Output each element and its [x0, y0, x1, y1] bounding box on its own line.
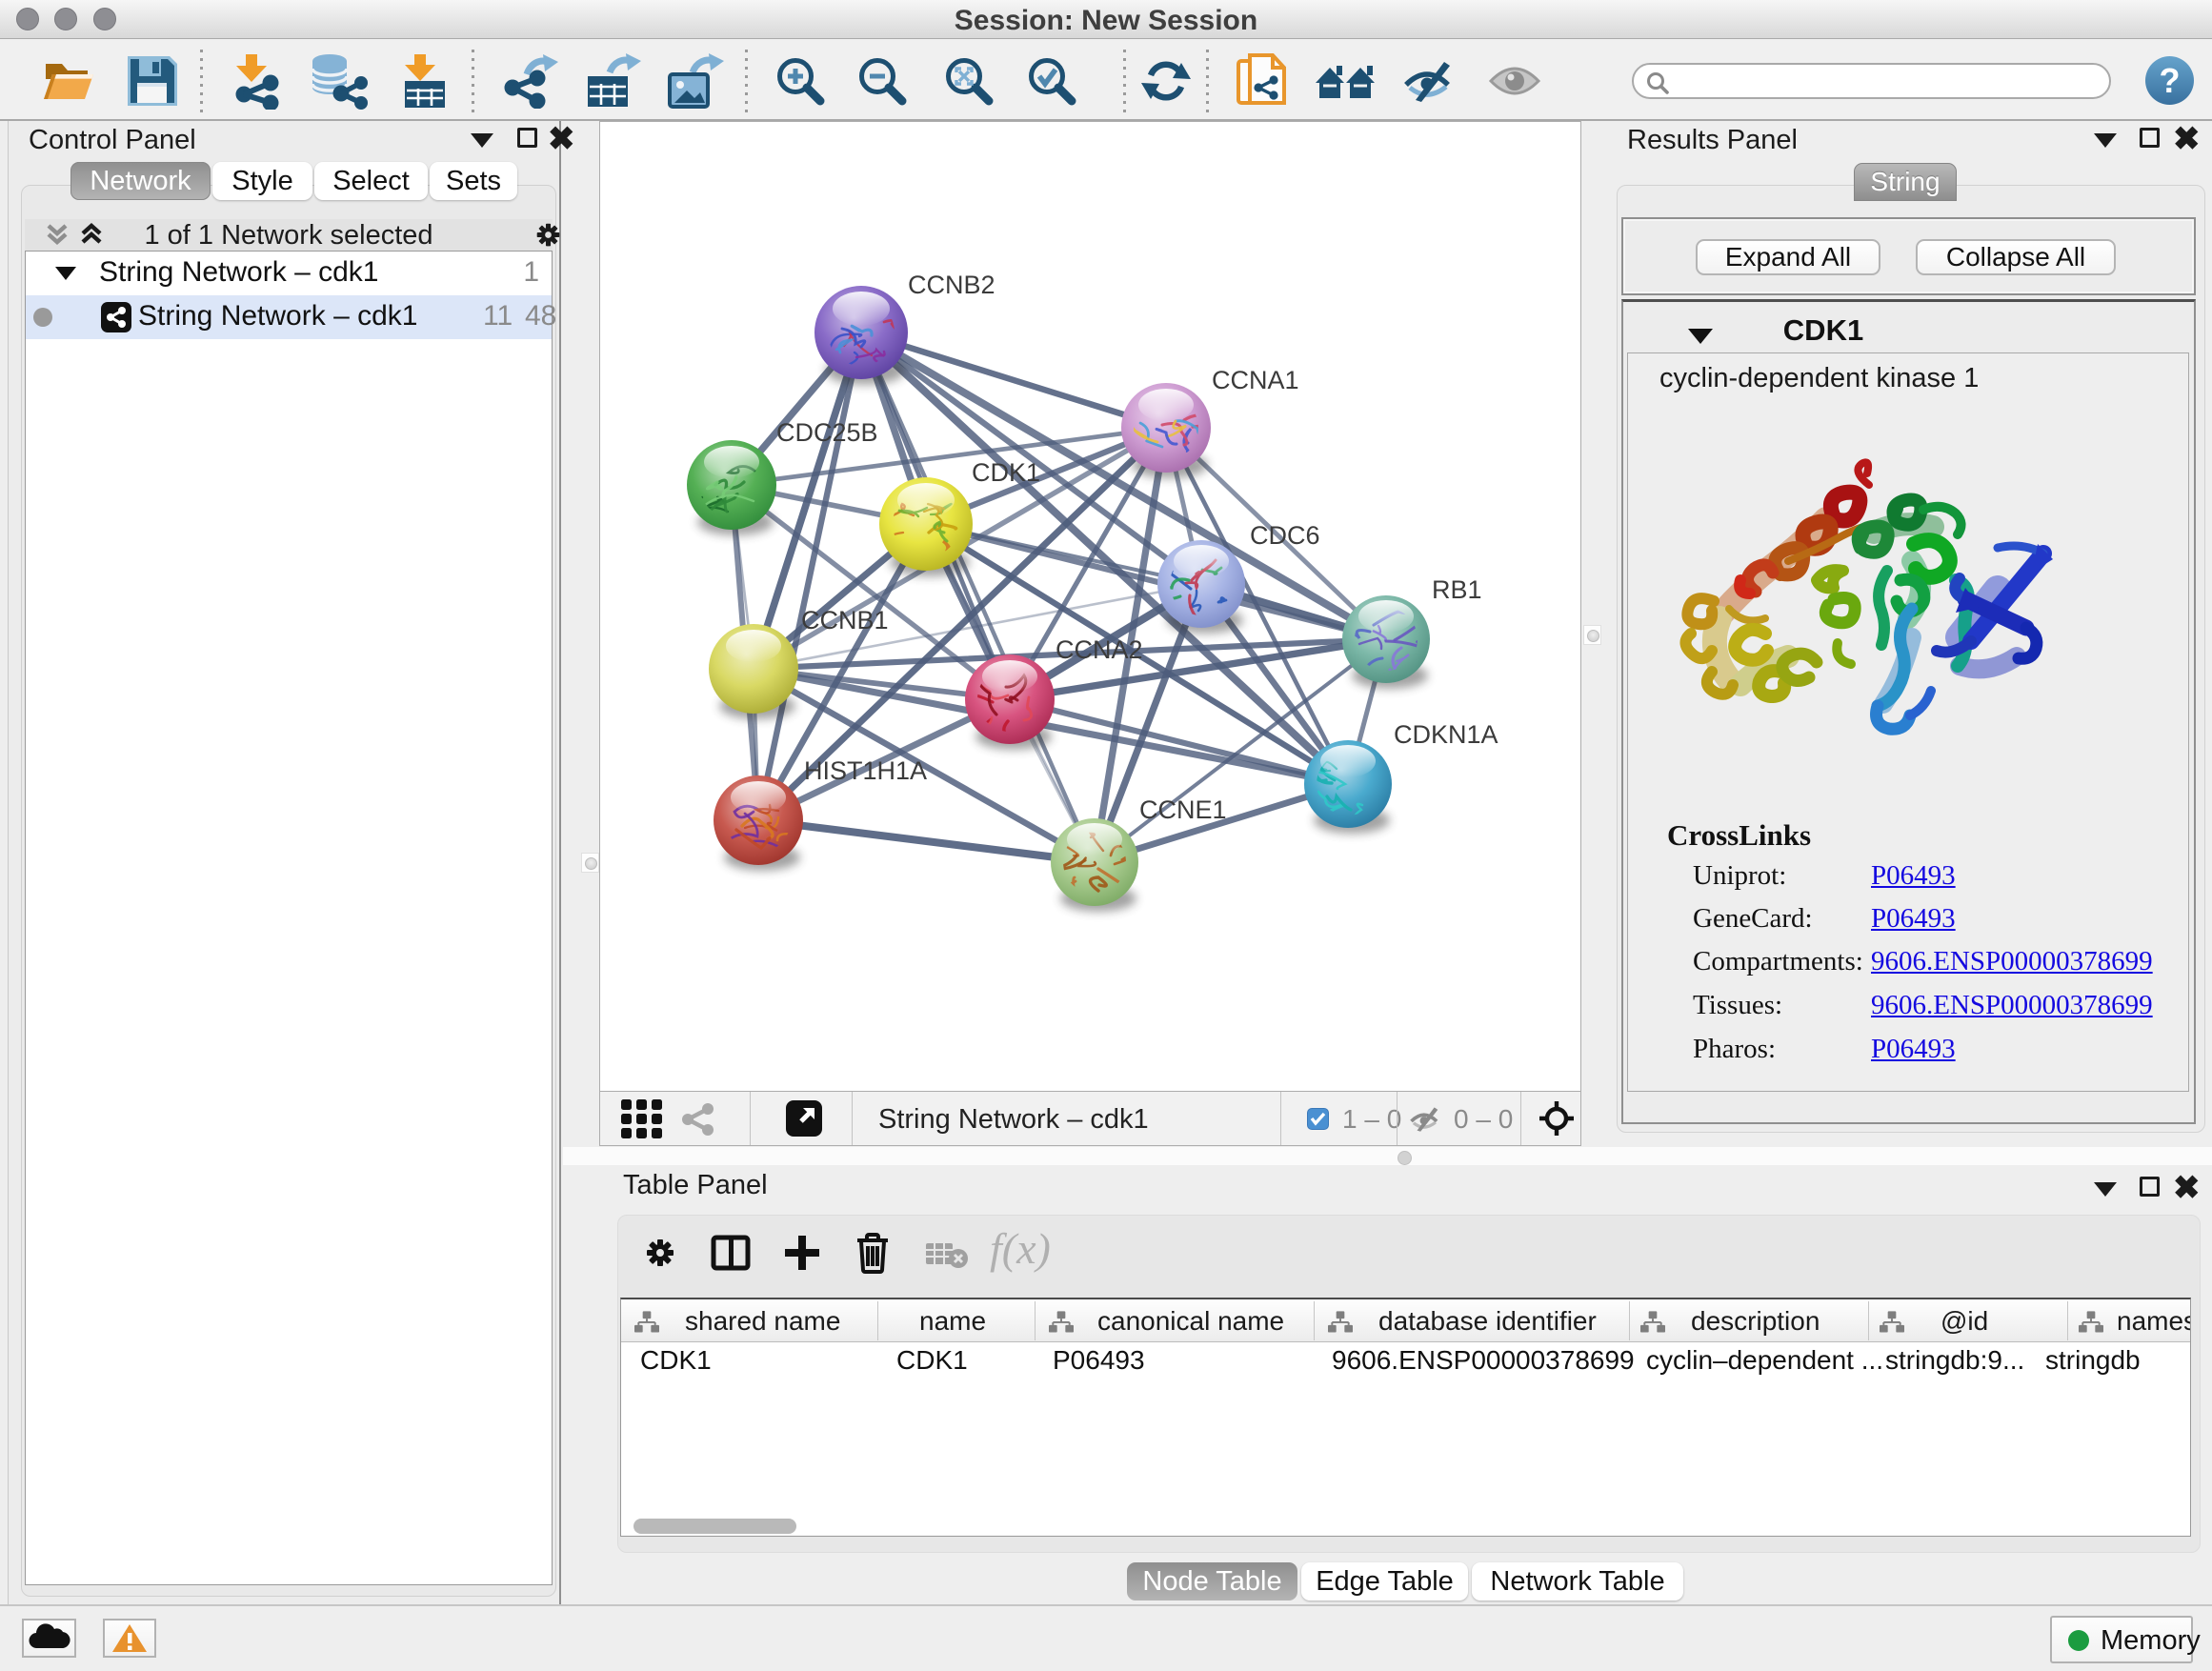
- svg-text:CCNA2: CCNA2: [1056, 635, 1143, 664]
- svg-text:CDC25B: CDC25B: [776, 418, 878, 447]
- svg-text:HIST1H1A: HIST1H1A: [804, 756, 927, 785]
- svg-text:CDK1: CDK1: [972, 458, 1040, 487]
- svg-text:CDKN1A: CDKN1A: [1394, 720, 1498, 749]
- svg-text:RB1: RB1: [1432, 575, 1482, 604]
- svg-text:CCNE1: CCNE1: [1139, 795, 1227, 824]
- svg-text:CDC6: CDC6: [1250, 521, 1320, 550]
- svg-text:CCNB1: CCNB1: [801, 606, 889, 634]
- svg-text:CCNB2: CCNB2: [908, 271, 995, 299]
- svg-text:CCNA1: CCNA1: [1212, 366, 1299, 394]
